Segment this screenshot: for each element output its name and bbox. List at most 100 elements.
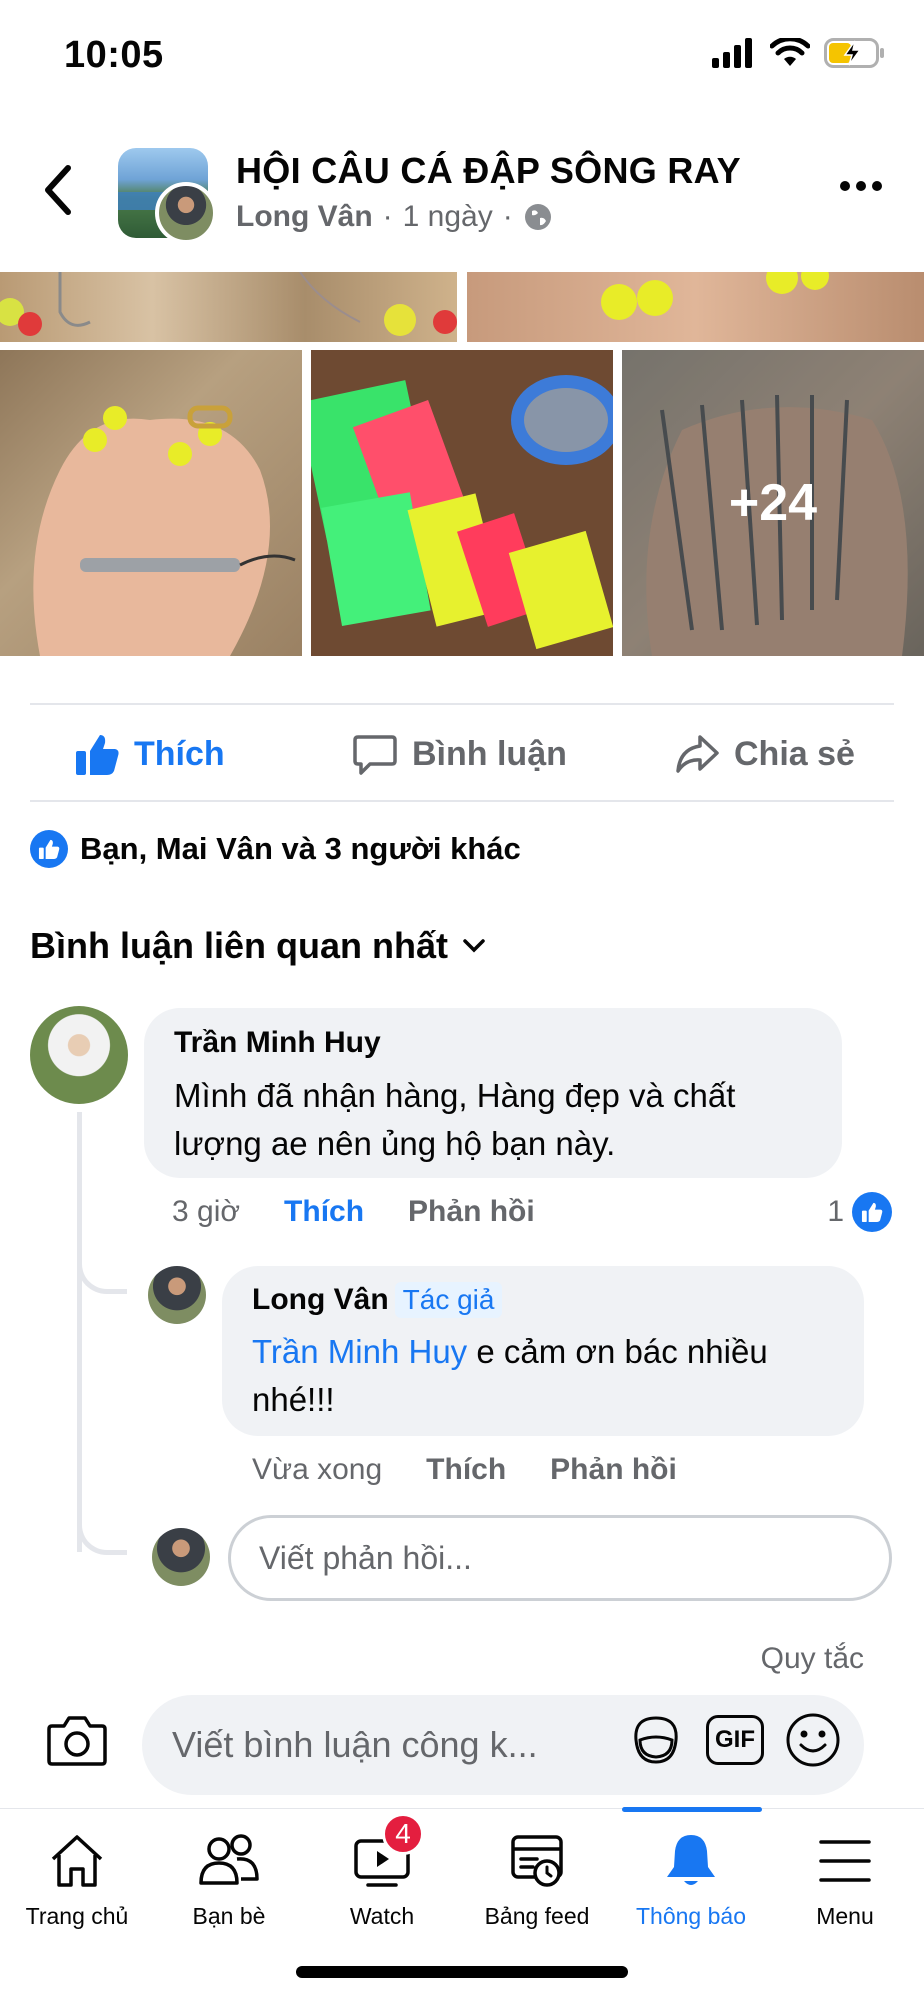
reply-like-button[interactable]: Thích <box>426 1453 506 1487</box>
status-time: 10:05 <box>64 34 164 76</box>
nav-watch[interactable]: 4 Watch <box>305 1809 459 1939</box>
comment-author[interactable]: Trần Minh Huy <box>174 1026 381 1060</box>
back-button[interactable] <box>38 160 78 220</box>
camera-button[interactable] <box>46 1712 108 1768</box>
thread-connector <box>77 1505 127 1555</box>
post-time[interactable]: 1 ngày <box>403 200 493 234</box>
photo-row-main: +24 <box>0 350 924 656</box>
meta-separator: · <box>382 200 393 233</box>
share-button[interactable]: Chia sẻ <box>674 731 855 777</box>
home-icon <box>51 1835 103 1887</box>
comment-input-placeholder: Viết bình luận công k... <box>172 1724 538 1765</box>
photo-content <box>601 272 829 320</box>
reply-actions: Vừa xong Thích Phản hồi <box>252 1448 677 1492</box>
nav-label: Bạn bè <box>192 1903 266 1929</box>
meta-separator: · <box>502 200 513 233</box>
author-badge: Tác giả <box>394 1282 503 1318</box>
globe-icon <box>524 204 551 230</box>
comment-icon <box>353 735 397 775</box>
reply-text: Trần Minh Huy e cảm ơn bác nhiều nhé!!! <box>252 1328 852 1424</box>
photo-content <box>33 405 296 656</box>
comment-like-button[interactable]: Thích <box>284 1195 364 1229</box>
comment-like-count[interactable]: 1 <box>827 1192 892 1232</box>
nav-friends[interactable]: Bạn bè <box>152 1809 306 1939</box>
nav-notifications[interactable]: Thông báo <box>614 1809 768 1939</box>
more-dot-icon <box>872 181 882 191</box>
author-avatar[interactable] <box>155 182 217 244</box>
camera-icon <box>47 1716 107 1766</box>
reply-header: Long Vân Tác giả <box>252 1282 503 1318</box>
share-icon <box>676 735 719 773</box>
photo-content <box>311 375 613 650</box>
comment-time: 3 giờ <box>172 1195 241 1228</box>
chevron-down-icon <box>463 939 485 953</box>
commenter-avatar[interactable] <box>30 1006 128 1104</box>
gif-label: GIF <box>715 1726 755 1753</box>
post-photo-more[interactable]: +24 <box>622 350 924 656</box>
photo-row-top <box>0 272 924 342</box>
avatar-sticker-icon[interactable] <box>626 1710 686 1770</box>
nav-label: Thông báo <box>636 1903 746 1929</box>
more-dot-icon <box>856 181 866 191</box>
feed-icon <box>511 1835 563 1887</box>
emoji-icon[interactable] <box>784 1711 842 1769</box>
chevron-left-icon <box>45 165 71 215</box>
share-label: Chia sẻ <box>734 734 855 773</box>
more-options-button[interactable] <box>840 176 886 196</box>
like-button[interactable]: Thích <box>74 731 225 777</box>
comment-bubble[interactable]: Trần Minh Huy Mình đã nhận hàng, Hàng đẹ… <box>144 1008 842 1178</box>
friends-icon <box>199 1834 259 1885</box>
comment-composer: Viết bình luận công k... GIF <box>0 1690 924 1800</box>
gif-button[interactable]: GIF <box>706 1715 764 1765</box>
divider <box>30 800 894 802</box>
reply-text-line: e cảm ơn bác nhiều <box>467 1333 768 1370</box>
like-reaction-icon <box>852 1192 892 1232</box>
signal-icon <box>712 38 752 68</box>
comments-filter[interactable]: Bình luận liên quan nhất <box>30 925 486 967</box>
reply-reply-button[interactable]: Phản hồi <box>550 1453 677 1487</box>
battery-charging-icon <box>824 38 884 68</box>
thread-line <box>77 1112 82 1552</box>
reactions-text: Bạn, Mai Vân và 3 người khác <box>80 831 521 866</box>
divider <box>30 703 894 705</box>
reply-text-line: nhé!!! <box>252 1381 335 1418</box>
reply-input[interactable]: Viết phản hồi... <box>228 1515 892 1601</box>
nav-label: Trang chủ <box>25 1903 129 1929</box>
group-name[interactable]: HỘI CÂU CÁ ĐẬP SÔNG RAY <box>236 150 741 192</box>
filter-label: Bình luận liên quan nhất <box>30 925 448 966</box>
bell-icon <box>667 1835 715 1885</box>
watch-badge: 4 <box>382 1813 424 1855</box>
reply-author-avatar[interactable] <box>148 1266 206 1324</box>
comment-text-line: Mình đã nhận hàng, Hàng đẹp và chất <box>174 1077 736 1114</box>
status-icons <box>712 38 886 68</box>
home-indicator[interactable] <box>296 1966 628 1978</box>
mention-link[interactable]: Trần Minh Huy <box>252 1333 467 1370</box>
reactions-summary[interactable]: Bạn, Mai Vân và 3 người khác <box>30 830 521 868</box>
comment-button[interactable]: Bình luận <box>352 731 567 777</box>
post-photo[interactable] <box>0 350 302 656</box>
reply-bubble[interactable]: Long Vân Tác giả Trần Minh Huy e cảm ơn … <box>222 1266 864 1436</box>
comment-actions: 3 giờ Thích Phản hồi 1 <box>172 1190 892 1234</box>
reply-author[interactable]: Long Vân <box>252 1283 389 1317</box>
post-photo[interactable] <box>467 272 924 342</box>
post-header: HỘI CÂU CÁ ĐẬP SÔNG RAY Long Vân · 1 ngà… <box>0 130 924 260</box>
nav-feed[interactable]: Bảng feed <box>460 1809 614 1939</box>
rules-link[interactable]: Quy tắc <box>761 1642 864 1676</box>
post-photo[interactable] <box>311 350 613 656</box>
post-meta: Long Vân · 1 ngày · <box>236 200 553 234</box>
comment-text: Mình đã nhận hàng, Hàng đẹp và chất lượn… <box>174 1072 834 1168</box>
like-label: Thích <box>134 734 225 773</box>
comment-text-line: lượng ae nên ủng hộ bạn này. <box>174 1125 616 1162</box>
comment-label: Bình luận <box>412 734 567 773</box>
thread-connector <box>77 1248 127 1294</box>
nav-menu[interactable]: Menu <box>768 1809 922 1939</box>
action-bar: Thích Bình luận Chia sẻ <box>0 706 924 802</box>
nav-label: Menu <box>816 1903 874 1929</box>
more-dot-icon <box>840 181 850 191</box>
nav-home[interactable]: Trang chủ <box>0 1809 154 1939</box>
post-photo[interactable] <box>0 272 457 342</box>
post-author[interactable]: Long Vân <box>236 200 373 234</box>
more-photos-count[interactable]: +24 <box>622 350 924 656</box>
current-user-avatar <box>152 1528 210 1586</box>
comment-reply-button[interactable]: Phản hồi <box>408 1195 535 1229</box>
